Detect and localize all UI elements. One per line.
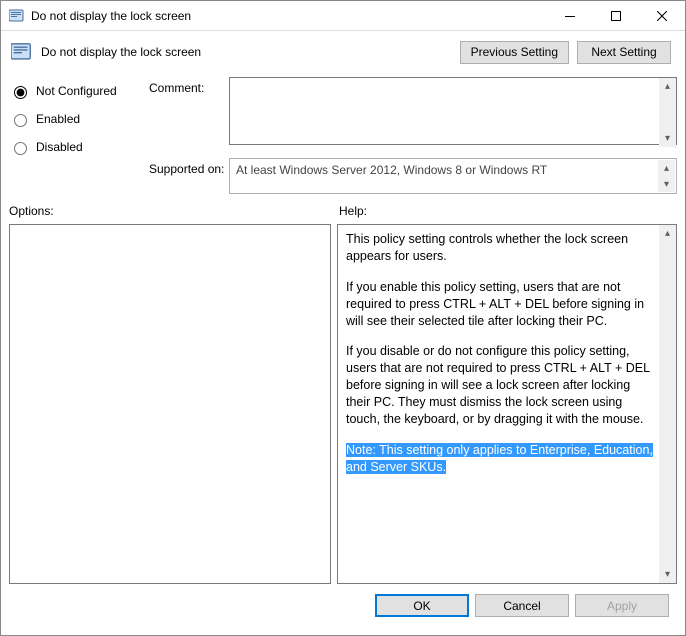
footer-buttons: OK Cancel Apply xyxy=(9,584,677,627)
enabled-radio-input[interactable] xyxy=(14,114,27,127)
not-configured-radio-input[interactable] xyxy=(14,86,27,99)
scroll-down-icon[interactable]: ▾ xyxy=(658,176,675,192)
supported-row: Supported on: At least Windows Server 20… xyxy=(149,158,677,194)
comment-row: Comment: ▴ ▾ xyxy=(149,77,677,148)
scroll-down-icon[interactable]: ▾ xyxy=(659,566,676,583)
ok-button[interactable]: OK xyxy=(375,594,469,617)
help-area: This policy setting controls whether the… xyxy=(337,224,677,584)
minimize-button[interactable] xyxy=(547,1,593,31)
next-setting-button[interactable]: Next Setting xyxy=(577,41,671,64)
options-label: Options: xyxy=(9,204,331,218)
not-configured-radio[interactable]: Not Configured xyxy=(9,83,149,99)
enabled-radio[interactable]: Enabled xyxy=(9,111,149,127)
radio-label: Enabled xyxy=(36,112,80,126)
supported-on-box: At least Windows Server 2012, Windows 8 … xyxy=(229,158,677,194)
help-paragraph: This policy setting controls whether the… xyxy=(346,231,654,265)
help-note-highlighted: Note: This setting only applies to Enter… xyxy=(346,443,653,474)
scroll-down-icon[interactable]: ▾ xyxy=(659,130,676,147)
supported-on-text: At least Windows Server 2012, Windows 8 … xyxy=(236,163,547,177)
options-area xyxy=(9,224,331,584)
supported-scrollbar[interactable]: ▴ ▾ xyxy=(658,160,675,192)
radio-label: Disabled xyxy=(36,140,83,154)
config-section: Not Configured Enabled Disabled Comment: xyxy=(9,77,677,194)
close-button[interactable] xyxy=(639,1,685,31)
help-paragraph: If you disable or do not configure this … xyxy=(346,343,654,427)
supported-label: Supported on: xyxy=(149,158,229,194)
scroll-track[interactable] xyxy=(659,242,676,566)
help-label: Help: xyxy=(339,204,367,218)
radio-label: Not Configured xyxy=(36,84,117,98)
comment-label: Comment: xyxy=(149,77,229,148)
cancel-button[interactable]: Cancel xyxy=(475,594,569,617)
policy-icon xyxy=(11,41,33,63)
lower-labels: Options: Help: xyxy=(9,204,677,218)
maximize-button[interactable] xyxy=(593,1,639,31)
header-row: Do not display the lock screen Previous … xyxy=(9,37,677,67)
comment-scrollbar[interactable]: ▴ ▾ xyxy=(659,78,676,147)
title-bar: Do not display the lock screen xyxy=(1,1,685,31)
apply-button[interactable]: Apply xyxy=(575,594,669,617)
disabled-radio-input[interactable] xyxy=(14,142,27,155)
scroll-up-icon[interactable]: ▴ xyxy=(659,78,676,95)
disabled-radio[interactable]: Disabled xyxy=(9,139,149,155)
client-area: Do not display the lock screen Previous … xyxy=(1,31,685,635)
lower-panes: This policy setting controls whether the… xyxy=(9,224,677,584)
window: Do not display the lock screen Do not di… xyxy=(0,0,686,636)
setting-name: Do not display the lock screen xyxy=(41,45,452,59)
state-radios: Not Configured Enabled Disabled xyxy=(9,77,149,194)
help-scrollbar[interactable]: ▴ ▾ xyxy=(659,225,676,583)
help-text[interactable]: This policy setting controls whether the… xyxy=(338,225,676,583)
comment-textarea[interactable] xyxy=(229,77,677,145)
policy-icon xyxy=(9,8,25,24)
previous-setting-button[interactable]: Previous Setting xyxy=(460,41,569,64)
window-title: Do not display the lock screen xyxy=(31,9,547,23)
scroll-up-icon[interactable]: ▴ xyxy=(658,160,675,176)
help-paragraph: If you enable this policy setting, users… xyxy=(346,279,654,330)
scroll-up-icon[interactable]: ▴ xyxy=(659,225,676,242)
